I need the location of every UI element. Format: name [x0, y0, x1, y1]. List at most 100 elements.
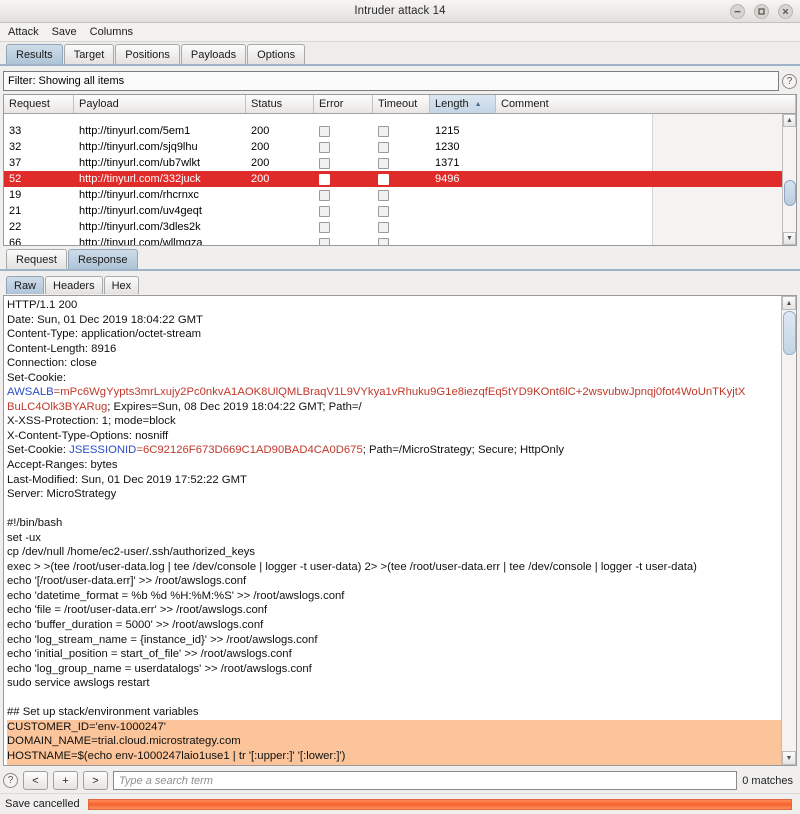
intruder-attack-window: Intruder attack 14 Attack Save Columns R… [0, 0, 800, 814]
response-line: X-XSS-Protection: 1; mode=block [7, 415, 176, 428]
timeout-checkbox[interactable] [378, 173, 389, 185]
column-header-status[interactable]: Status [246, 95, 314, 113]
table-row[interactable]: 37 http://tinyurl.com/ub7wlkt 200 1371 [4, 155, 796, 171]
minimize-button[interactable] [730, 4, 745, 19]
column-header-timeout[interactable]: Timeout [373, 95, 430, 113]
table-row[interactable]: 52 http://tinyurl.com/332juck 200 9496 [4, 171, 796, 187]
timeout-checkbox[interactable] [378, 189, 389, 201]
column-header-error[interactable]: Error [314, 95, 373, 113]
search-help-icon[interactable]: ? [3, 773, 18, 788]
scroll-down-icon[interactable]: ▼ [783, 232, 796, 245]
table-row[interactable]: 19 http://tinyurl.com/rhcrnxc [4, 187, 796, 203]
scroll-up-icon[interactable]: ▲ [783, 114, 796, 127]
cell-error [314, 125, 373, 137]
cell-length: 1371 [435, 157, 460, 169]
response-line: echo 'datetime_format = %b %d %H:%M:%S' … [7, 589, 345, 602]
table-row[interactable]: 22 http://tinyurl.com/3dles2k [4, 219, 796, 235]
column-header-length[interactable]: Length ▲ [430, 95, 496, 113]
response-scroll-down-icon[interactable]: ▼ [782, 751, 796, 765]
timeout-checkbox[interactable] [378, 237, 389, 245]
tab-options[interactable]: Options [247, 44, 306, 64]
error-checkbox[interactable] [319, 125, 330, 137]
response-line-segment: AWSALB [7, 386, 54, 399]
tab-target[interactable]: Target [63, 44, 115, 64]
response-line: echo '[/root/user-data.err]' >> /root/aw… [7, 575, 247, 588]
tab-results[interactable]: Results [6, 44, 63, 64]
table-row[interactable]: 33 http://tinyurl.com/5em1 200 1215 [4, 123, 796, 139]
timeout-checkbox[interactable] [378, 125, 389, 137]
response-line: HOSTNAME=$(echo env-1000247laio1use1 | t… [7, 748, 781, 764]
column-header-request[interactable]: Request [4, 95, 74, 113]
response-scrollbar-thumb[interactable] [783, 311, 796, 355]
response-line: BuLC4Olk3BYARug; Expires=Sun, 08 Dec 201… [7, 400, 781, 415]
maximize-button[interactable] [754, 4, 769, 19]
timeout-checkbox[interactable] [378, 157, 389, 169]
cell-timeout [373, 125, 430, 137]
error-checkbox[interactable] [319, 237, 330, 245]
table-header-row: Request Payload Status Error Timeout Len… [4, 95, 796, 114]
tab-payloads[interactable]: Payloads [180, 44, 247, 64]
cell-error [314, 141, 373, 153]
window-controls [730, 4, 793, 19]
response-line: Connection: close [7, 357, 97, 370]
results-scrollbar[interactable]: ▲ ▼ [782, 114, 796, 245]
table-row[interactable]: 32 http://tinyurl.com/sjq9lhu 200 1230 [4, 139, 796, 155]
cell-request: 37 [9, 157, 22, 169]
search-next-button[interactable]: > [83, 771, 108, 790]
error-checkbox[interactable] [319, 205, 330, 217]
response-viewer[interactable]: HTTP/1.1 200 Date: Sun, 01 Dec 2019 18:04… [3, 295, 797, 766]
cell-timeout [373, 141, 430, 153]
timeout-checkbox[interactable] [378, 205, 389, 217]
error-checkbox[interactable] [319, 141, 330, 153]
tab-headers[interactable]: Headers [45, 276, 103, 294]
tab-hex[interactable]: Hex [103, 276, 140, 294]
column-header-payload[interactable]: Payload [74, 95, 246, 113]
cell-request: 66 [9, 237, 22, 245]
cell-timeout [373, 157, 430, 169]
cell-payload: http://tinyurl.com/uv4geqt [79, 205, 202, 217]
response-line [7, 502, 781, 517]
timeout-checkbox[interactable] [378, 141, 389, 153]
table-row[interactable]: 21 http://tinyurl.com/uv4geqt [4, 203, 796, 219]
cell-status: 200 [251, 173, 270, 185]
menu-item-attack[interactable]: Attack [6, 25, 41, 39]
table-row[interactable] [4, 114, 796, 123]
table-row[interactable]: 66 http://tinyurl.com/wllmqza [4, 235, 796, 245]
menu-item-save[interactable]: Save [50, 25, 79, 39]
search-input[interactable]: Type a search term [113, 771, 738, 790]
error-checkbox[interactable] [319, 189, 330, 201]
error-checkbox[interactable] [319, 221, 330, 233]
cell-payload: http://tinyurl.com/5em1 [79, 125, 191, 137]
search-add-button[interactable]: + [53, 771, 78, 790]
response-line: Date: Sun, 01 Dec 2019 18:04:22 GMT [7, 313, 203, 326]
response-scrollbar[interactable]: ▲ ▼ [781, 296, 796, 765]
filter-label: Filter: Showing all items [8, 75, 125, 87]
cell-error [314, 157, 373, 169]
response-line: cp /dev/null /home/ec2-user/.ssh/authori… [7, 546, 256, 559]
response-line: Accept-Ranges: bytes [7, 459, 118, 472]
response-line: Server: MicroStrategy [7, 488, 117, 501]
cell-status: 200 [251, 141, 270, 153]
error-checkbox[interactable] [319, 157, 330, 169]
tab-raw[interactable]: Raw [6, 276, 45, 294]
column-header-comment[interactable]: Comment [496, 95, 796, 113]
cell-error [314, 237, 373, 245]
response-scroll-up-icon[interactable]: ▲ [782, 296, 796, 310]
search-placeholder: Type a search term [119, 774, 213, 787]
cell-error [314, 221, 373, 233]
tab-response[interactable]: Response [67, 249, 138, 269]
tab-request[interactable]: Request [6, 249, 67, 269]
menu-item-columns[interactable]: Columns [88, 25, 135, 39]
search-prev-button[interactable]: < [23, 771, 48, 790]
tab-positions[interactable]: Positions [115, 44, 180, 64]
filter-button[interactable]: Filter: Showing all items [3, 71, 779, 91]
scrollbar-thumb[interactable] [784, 180, 796, 206]
response-line: echo 'file = /root/user-data.err' >> /ro… [7, 604, 268, 617]
cell-request: 32 [9, 141, 22, 153]
close-button[interactable] [778, 4, 793, 19]
timeout-checkbox[interactable] [378, 221, 389, 233]
cell-request: 22 [9, 221, 22, 233]
error-checkbox[interactable] [319, 173, 330, 185]
filter-bar: Filter: Showing all items ? [3, 70, 797, 92]
filter-help-icon[interactable]: ? [782, 73, 797, 89]
